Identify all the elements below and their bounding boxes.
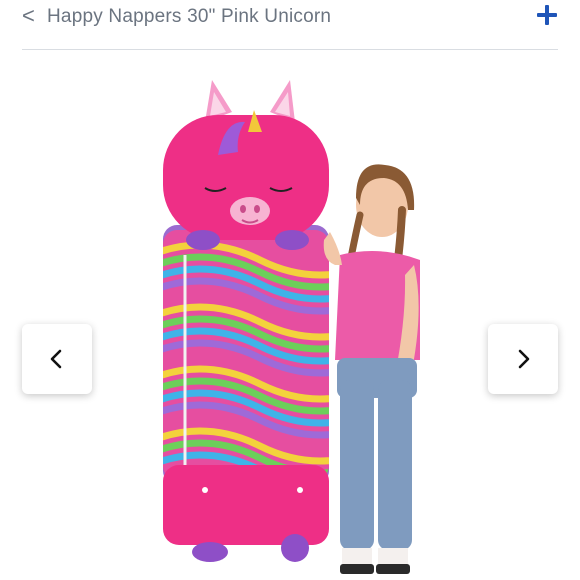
next-image-button[interactable] bbox=[488, 324, 558, 394]
product-image bbox=[163, 80, 420, 574]
previous-image-button[interactable] bbox=[22, 324, 92, 394]
page-title: Happy Nappers 30" Pink Unicorn bbox=[47, 6, 332, 27]
girl bbox=[323, 164, 420, 574]
app-header: < Happy Nappers 30" Pink Unicorn bbox=[0, 0, 580, 50]
chevron-right-icon bbox=[518, 349, 530, 369]
header-divider bbox=[22, 49, 558, 50]
back-button[interactable]: < bbox=[22, 4, 35, 28]
unicorn-head bbox=[163, 80, 329, 250]
plus-icon[interactable] bbox=[534, 2, 560, 28]
chevron-left-icon bbox=[50, 349, 62, 369]
